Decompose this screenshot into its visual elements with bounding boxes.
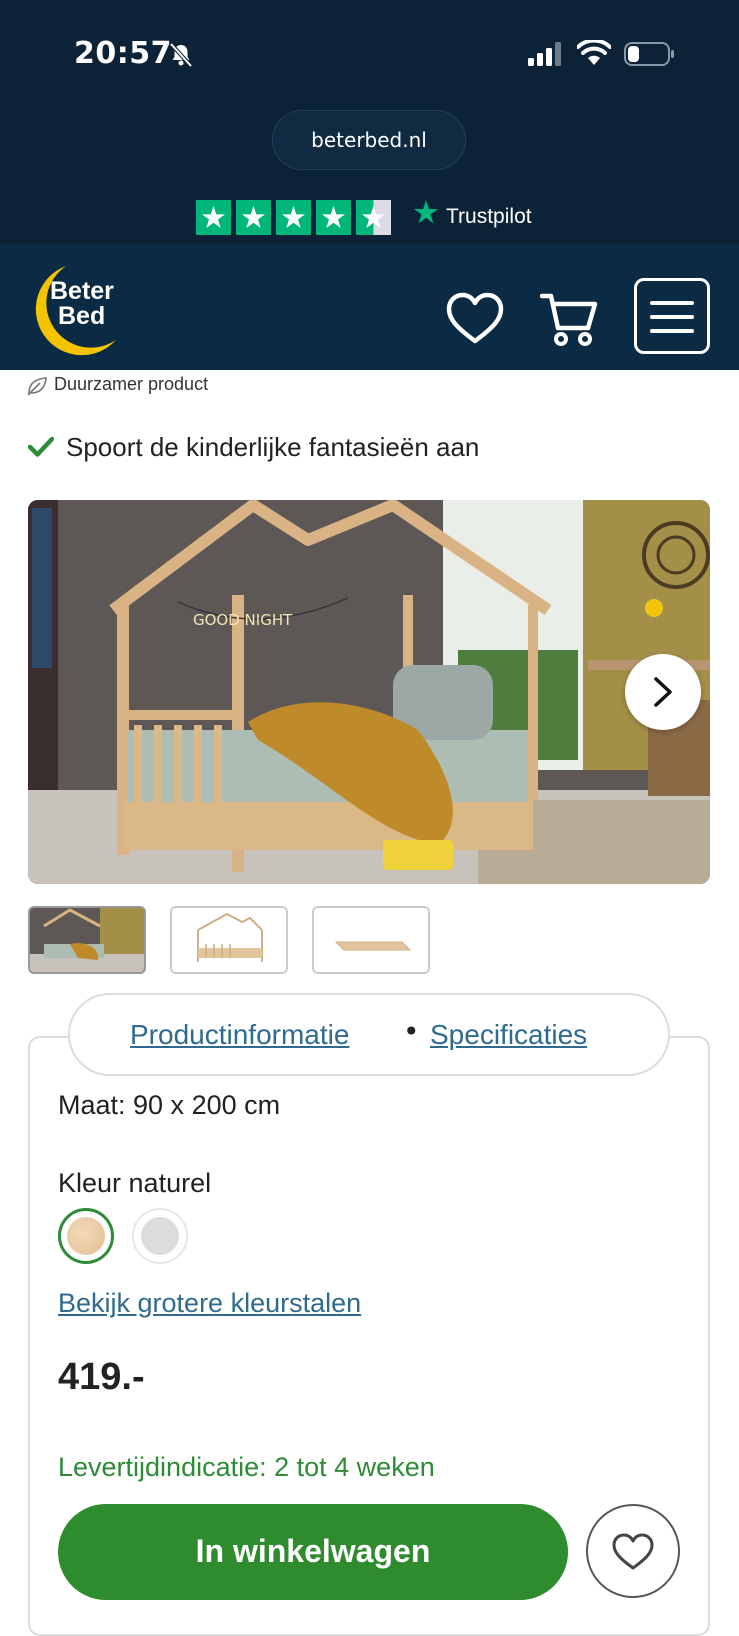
star-icon [196, 200, 231, 235]
swatch-fill [141, 1217, 179, 1255]
bell-muted-icon [169, 42, 193, 68]
star-icon [276, 200, 311, 235]
thumbnail-2[interactable] [170, 906, 288, 974]
product-photo: GOOD NIGHT [28, 500, 710, 884]
trustpilot-label: Trustpilot [446, 205, 532, 228]
color-swatch-grey[interactable] [132, 1208, 188, 1264]
shopping-cart-icon[interactable] [540, 292, 598, 348]
chevron-right-icon [654, 677, 672, 707]
thumbnail-3[interactable] [312, 906, 430, 974]
swatch-fill [67, 1217, 105, 1255]
add-to-cart-button[interactable]: In winkelwagen [58, 1504, 568, 1600]
tab-productinformatie[interactable]: Productinformatie [130, 1019, 349, 1051]
size-label: Maat: 90 x 200 cm [58, 1090, 281, 1120]
star-icon [236, 200, 271, 235]
hamburger-menu-button[interactable] [634, 278, 710, 354]
thumbnail-1[interactable] [28, 906, 146, 974]
leaf-icon [27, 377, 47, 396]
good-night-banner: GOOD NIGHT [193, 611, 293, 629]
color-label: Kleur naturel [58, 1168, 212, 1198]
status-time: 20:57 [74, 36, 172, 71]
thumbnail-image [314, 908, 428, 972]
thumbnail-image [30, 908, 144, 972]
tab-specificaties[interactable]: Specificaties [430, 1019, 587, 1051]
cellular-signal-icon [528, 42, 561, 66]
url-bar[interactable]: beterbed.nl [272, 110, 466, 170]
battery-icon [624, 42, 674, 66]
tab-separator: • [403, 1015, 420, 1048]
delivery-indication: Levertijdindicatie: 2 tot 4 weken [58, 1452, 435, 1482]
heart-icon [612, 1533, 654, 1570]
main-navigation: Beter Bed [0, 244, 739, 370]
add-to-wishlist-button[interactable] [586, 1504, 680, 1598]
menu-line [650, 301, 694, 305]
product-price: 419.- [58, 1356, 145, 1398]
wifi-icon [577, 40, 611, 65]
trustpilot-star-icon [414, 200, 438, 224]
logo-text: Beter Bed [50, 277, 114, 330]
thumbnail-image [172, 908, 286, 972]
menu-line [650, 315, 694, 319]
checkmark-icon [28, 436, 54, 457]
view-swatches-link[interactable]: Bekijk grotere kleurstalen [58, 1288, 361, 1319]
carousel-next-button[interactable] [625, 654, 701, 730]
menu-line [650, 329, 694, 333]
color-swatch-naturel[interactable] [58, 1208, 114, 1264]
top-bar: 20:57 beterbed.nl Trustpilot Beter Bed [0, 0, 739, 370]
product-image-carousel[interactable]: GOOD NIGHT [28, 500, 710, 884]
wishlist-heart-icon[interactable] [446, 292, 504, 346]
half-star-icon [356, 200, 391, 235]
product-tabs: Productinformatie • Specificaties [68, 993, 670, 1076]
status-bar: 20:57 [0, 36, 739, 76]
star-icon [316, 200, 351, 235]
